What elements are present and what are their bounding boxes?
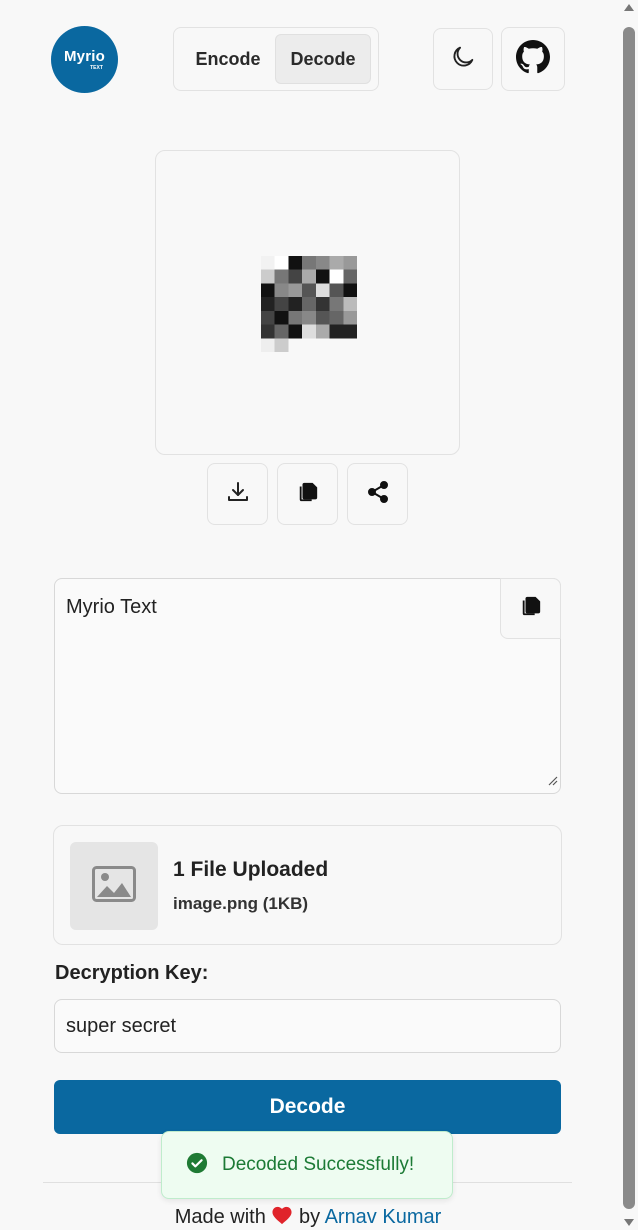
upload-title: 1 File Uploaded: [173, 858, 329, 881]
github-icon: [516, 39, 550, 79]
encoded-image-preview: [155, 150, 460, 455]
share-icon: [366, 480, 390, 509]
download-button[interactable]: [207, 463, 268, 525]
author-link[interactable]: Arnav Kumar: [325, 1206, 442, 1228]
toast-message: Decoded Successfully!: [222, 1154, 415, 1175]
decryption-key-label: Decryption Key:: [55, 962, 209, 984]
file-thumbnail: [70, 842, 158, 930]
copy-icon: [297, 481, 319, 508]
logo-sub: TEXT: [90, 64, 103, 71]
resize-handle-icon[interactable]: [546, 773, 558, 791]
heart-icon: [271, 1205, 293, 1230]
check-circle-icon: [186, 1152, 208, 1179]
vertical-scrollbar[interactable]: [620, 0, 638, 1230]
scroll-up-arrow-icon[interactable]: [624, 4, 634, 11]
moon-icon: [449, 43, 477, 76]
uploaded-file-card[interactable]: 1 File Uploaded image.png (1KB): [53, 825, 562, 945]
tab-encode[interactable]: Encode: [181, 34, 275, 84]
copy-image-button[interactable]: [277, 463, 338, 525]
footer: Made with by Arnav Kumar: [0, 1205, 616, 1230]
decoded-text-area[interactable]: Myrio Text: [54, 578, 561, 794]
upload-file-name: image.png (1KB): [173, 894, 309, 913]
theme-toggle-button[interactable]: [433, 28, 493, 90]
app-logo[interactable]: Myrio TEXT: [51, 26, 118, 93]
scrollbar-thumb[interactable]: [623, 27, 635, 1209]
decryption-key-input[interactable]: [54, 999, 561, 1053]
copy-text-button[interactable]: [500, 578, 561, 639]
logo-name: Myrio: [63, 47, 105, 65]
scroll-down-arrow-icon[interactable]: [624, 1219, 634, 1226]
footer-prefix: Made with: [174, 1206, 266, 1228]
copy-icon: [520, 595, 542, 622]
footer-by: by: [298, 1206, 321, 1228]
decoded-text: Myrio Text: [66, 596, 157, 618]
success-toast: Decoded Successfully!: [161, 1131, 453, 1199]
mode-switch: Encode Decode: [173, 27, 379, 91]
github-button[interactable]: [501, 27, 565, 91]
share-button[interactable]: [347, 463, 408, 525]
tab-decode[interactable]: Decode: [275, 34, 371, 84]
image-icon: [92, 865, 136, 907]
decode-button[interactable]: Decode: [54, 1080, 561, 1134]
encoded-image: [261, 256, 357, 352]
download-icon: [226, 480, 250, 509]
